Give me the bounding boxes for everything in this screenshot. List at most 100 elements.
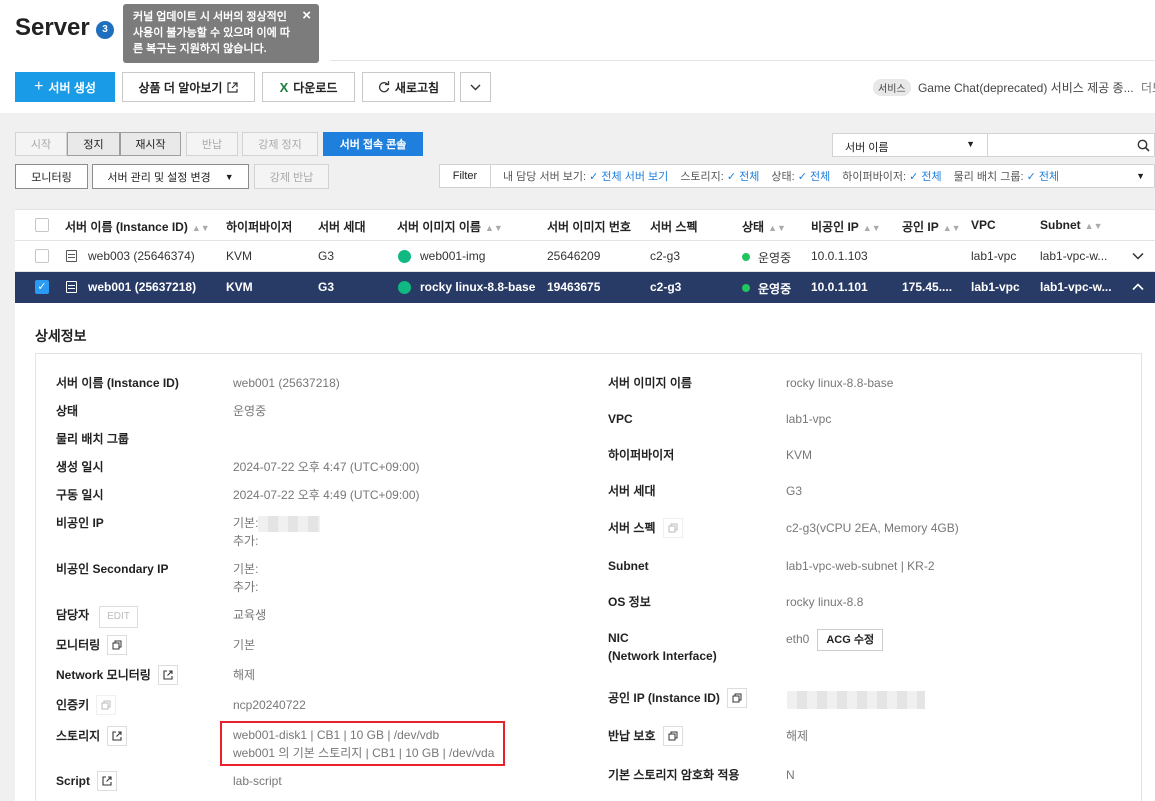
sort-icon: ▲▼ (1084, 221, 1103, 231)
cell-generation: G3 (318, 280, 335, 294)
plus-icon: + (34, 78, 44, 95)
label-script: Script (56, 771, 118, 792)
popup-icon[interactable] (662, 726, 683, 746)
detail-panel: 상세정보 서버 이름 (Instance ID) web001 (2563721… (15, 303, 1155, 801)
refresh-icon (378, 81, 390, 93)
col-status[interactable]: 상태 ▲▼ (742, 218, 786, 235)
filter-bar[interactable]: Filter 내 담당 서버 보기: ✓ 전체 서버 보기 스토리지: ✓ 전체… (439, 164, 1155, 188)
restart-button[interactable]: 재시작 (120, 132, 181, 156)
cell-image-name: web001-img (420, 249, 486, 263)
cell-private-ip: 10.0.1.101 (811, 280, 868, 294)
excel-icon: X (279, 79, 289, 95)
close-icon[interactable]: × (302, 8, 311, 24)
force-stop-button[interactable]: 강제 정지 (242, 132, 318, 156)
value-image-name: rocky linux-8.8-base (786, 376, 894, 390)
download-button[interactable]: X 다운로드 (262, 72, 355, 102)
value-started: 2024-07-22 오후 4:49 (UTC+09:00) (233, 488, 420, 502)
label-vpc: VPC (608, 412, 633, 426)
col-subnet[interactable]: Subnet ▲▼ (1040, 218, 1103, 232)
col-vpc: VPC (971, 218, 996, 232)
notice-more-link[interactable]: 더보기 (1141, 81, 1155, 95)
value-secondary-ip: 기본: 추가: (233, 562, 259, 594)
value-subnet: lab1-vpc-web-subnet | KR-2 (786, 559, 935, 573)
return-button[interactable]: 반납 (186, 132, 238, 156)
cell-status: 운영중 (758, 251, 792, 265)
label-os: OS 정보 (608, 595, 651, 609)
popup-icon[interactable] (726, 688, 747, 708)
row-checkbox-checked[interactable]: ✓ (35, 280, 49, 294)
force-return-button[interactable]: 강제 반납 (254, 164, 329, 189)
server-manage-dropdown[interactable]: 서버 관리 및 설정 변경 ▼ (92, 164, 249, 189)
chevron-up-icon[interactable] (1132, 283, 1144, 291)
label-generation: 서버 세대 (608, 484, 656, 498)
value-spec: c2-g3(vCPU 2EA, Memory 4GB) (786, 521, 959, 535)
search-input[interactable] (987, 133, 1155, 157)
cell-spec: c2-g3 (650, 249, 681, 263)
external-link-icon[interactable] (97, 771, 118, 791)
cell-hypervisor: KVM (226, 280, 253, 294)
label-image-name: 서버 이미지 이름 (608, 376, 692, 390)
select-all-checkbox[interactable] (35, 218, 49, 232)
value-auth-key: ncp20240722 (233, 698, 306, 712)
cell-spec: c2-g3 (650, 280, 682, 294)
search-icon[interactable] (1137, 139, 1150, 152)
label-public-ip: 공인 IP (Instance ID) (608, 688, 747, 709)
refresh-button[interactable]: 새로고침 (362, 72, 455, 102)
status-dot (742, 284, 750, 292)
filter-status[interactable]: 상태: ✓ 전체 (771, 168, 830, 184)
cell-public-ip: 175.45.... (902, 280, 953, 294)
service-notice[interactable]: 서비스 Game Chat(deprecated) 서비스 제공 종... 더보… (873, 79, 1155, 96)
popup-icon[interactable] (107, 635, 128, 655)
edit-manager-button[interactable]: EDIT (99, 606, 138, 628)
chevron-down-icon[interactable] (1132, 252, 1144, 260)
server-console-button[interactable]: 서버 접속 콘솔 (323, 132, 423, 156)
cell-instance-name: web003 (25646374) (88, 249, 195, 263)
filter-hypervisor[interactable]: 하이퍼바이저: ✓ 전체 (842, 168, 941, 184)
cell-vpc: lab1-vpc (971, 249, 1017, 263)
table-row-selected[interactable]: ✓ web001 (25637218) KVM G3 rocky linux-8… (15, 272, 1155, 303)
label-subnet: Subnet (608, 559, 649, 573)
filter-my-servers[interactable]: 내 담당 서버 보기: ✓ 전체 서버 보기 (503, 168, 668, 184)
kernel-update-tooltip: 커널 업데이트 시 서버의 정상적인 사용이 불가능할 수 있으며 이에 따른 … (123, 4, 319, 63)
stop-button[interactable]: 정지 (67, 132, 120, 156)
value-generation: G3 (786, 484, 803, 498)
caret-down-icon[interactable]: ▼ (1136, 171, 1145, 181)
value-nic: eth0 ACG 수정 (786, 629, 884, 651)
copy-icon[interactable] (96, 695, 117, 715)
row-checkbox[interactable] (35, 249, 49, 263)
col-public-ip[interactable]: 공인 IP ▲▼ (902, 218, 961, 235)
monitoring-button[interactable]: 모니터링 (15, 164, 88, 189)
caret-down-icon: ▼ (224, 171, 234, 182)
copy-icon[interactable] (662, 518, 683, 538)
create-server-button[interactable]: + 서버 생성 (15, 72, 115, 102)
start-button[interactable]: 시작 (15, 132, 67, 156)
external-link-icon (227, 81, 239, 93)
col-private-ip[interactable]: 비공인 IP ▲▼ (811, 218, 881, 235)
sort-icon: ▲▼ (484, 223, 503, 233)
sort-icon: ▲▼ (862, 223, 881, 233)
table-row[interactable]: web003 (25646374) KVM G3 web001-img 2564… (15, 241, 1155, 272)
value-created: 2024-07-22 오후 4:47 (UTC+09:00) (233, 460, 420, 474)
header-divider (330, 60, 1155, 61)
caret-down-icon: ▼ (966, 139, 975, 149)
learn-more-button[interactable]: 상품 더 알아보기 (122, 72, 255, 102)
col-image-name[interactable]: 서버 이미지 이름 ▲▼ (397, 218, 503, 235)
page-title: Server (15, 14, 90, 41)
value-return-protect: 해제 (786, 729, 809, 743)
redacted-ip (258, 515, 321, 532)
value-os: rocky linux-8.8 (786, 595, 864, 609)
search-field-select[interactable]: 서버 이름 ▼ (832, 133, 988, 157)
col-instance-name[interactable]: 서버 이름 (Instance ID) ▲▼ (65, 218, 210, 235)
acg-edit-button[interactable]: ACG 수정 (817, 629, 884, 651)
external-link-icon[interactable] (107, 726, 128, 746)
label-network-monitoring: Network 모니터링 (56, 665, 178, 686)
label-created: 생성 일시 (56, 460, 104, 474)
value-script: lab-script (233, 774, 282, 788)
notice-text: Game Chat(deprecated) 서비스 제공 종... (917, 81, 1134, 95)
filter-placement-group[interactable]: 물리 배치 그룹: ✓ 전체 (954, 168, 1059, 184)
more-options-button[interactable] (460, 72, 491, 102)
external-link-icon[interactable] (157, 665, 178, 685)
filter-storage[interactable]: 스토리지: ✓ 전체 (680, 168, 759, 184)
filter-label: Filter (440, 165, 491, 187)
value-hypervisor: KVM (786, 448, 813, 462)
